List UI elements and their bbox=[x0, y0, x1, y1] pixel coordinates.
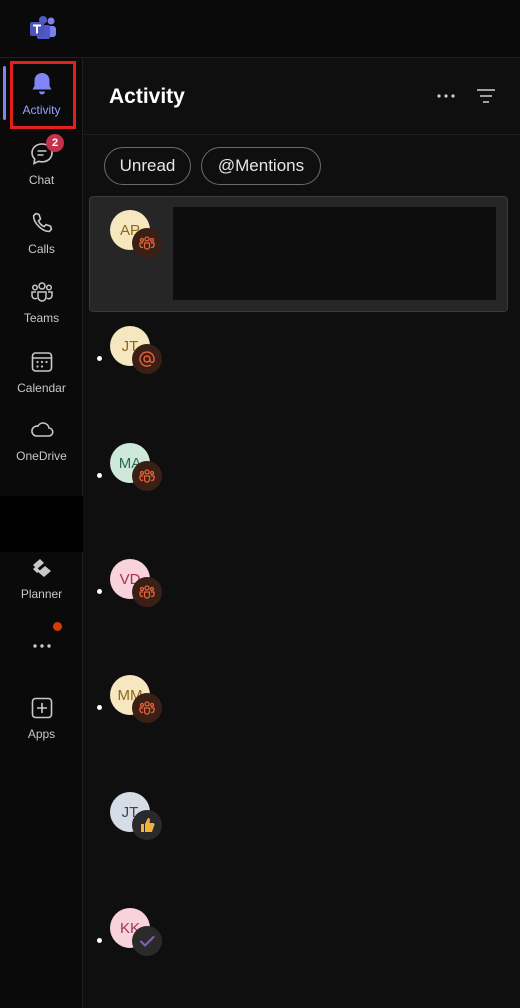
more-options-icon[interactable] bbox=[434, 84, 458, 108]
teams-icon bbox=[30, 282, 53, 302]
rail-item-teams[interactable]: Teams bbox=[0, 270, 83, 334]
rail-item-onedrive[interactable]: OneDrive bbox=[0, 408, 83, 472]
unread-filter-chip[interactable]: Unread bbox=[104, 147, 191, 185]
notification-dot bbox=[53, 622, 62, 631]
unread-indicator bbox=[97, 938, 102, 943]
checkmark-icon bbox=[132, 926, 162, 956]
activity-item[interactable]: MA bbox=[89, 443, 508, 523]
filter-icon[interactable] bbox=[474, 84, 498, 108]
unread-count-badge: 2 bbox=[46, 134, 64, 152]
rail-item-label: Planner bbox=[20, 587, 63, 601]
phone-icon bbox=[32, 212, 52, 233]
rail-item-chat[interactable]: Chat 2 bbox=[0, 132, 83, 196]
rail-item-label: Apps bbox=[27, 727, 56, 741]
top-bar bbox=[0, 0, 520, 58]
mentions-filter-chip[interactable]: @Mentions bbox=[201, 147, 321, 185]
unread-indicator bbox=[97, 473, 102, 478]
page-title: Activity bbox=[109, 85, 185, 108]
activity-item[interactable]: AP bbox=[89, 210, 508, 290]
rail-item-calendar[interactable]: Calendar bbox=[0, 340, 83, 404]
unread-indicator bbox=[97, 705, 102, 710]
more-horizontal-icon bbox=[32, 644, 51, 648]
activity-item[interactable]: VD bbox=[89, 559, 508, 639]
rail-item-apps[interactable]: Apps bbox=[0, 686, 83, 750]
activity-item[interactable]: JT bbox=[89, 792, 508, 872]
mention-icon bbox=[132, 344, 162, 374]
more-apps-button[interactable] bbox=[0, 614, 83, 678]
thumbs-up-icon bbox=[132, 810, 162, 840]
add-apps-icon bbox=[31, 697, 52, 719]
rail-item-label: Chat bbox=[28, 173, 55, 187]
rail-item-label: Teams bbox=[23, 311, 60, 325]
highlight-box bbox=[10, 61, 76, 129]
activity-header: Activity bbox=[84, 58, 520, 135]
activity-item[interactable]: JT bbox=[89, 326, 508, 406]
rail-item-label: Calendar bbox=[17, 381, 66, 395]
activity-item[interactable]: MM bbox=[89, 675, 508, 755]
team-activity-icon bbox=[132, 228, 162, 258]
unread-indicator bbox=[97, 589, 102, 594]
team-activity-icon bbox=[132, 461, 162, 491]
app-rail: Activity Chat 2 Calls Teams Calendar One… bbox=[0, 58, 83, 1008]
activity-item[interactable]: KK bbox=[89, 908, 508, 988]
calendar-icon bbox=[31, 352, 52, 372]
obscured-region bbox=[0, 496, 83, 552]
cloud-icon bbox=[30, 422, 54, 437]
rail-item-label: Calls bbox=[28, 242, 55, 256]
rail-item-planner[interactable]: Planner bbox=[0, 546, 83, 610]
planner-icon bbox=[32, 559, 51, 577]
rail-item-calls[interactable]: Calls bbox=[0, 201, 83, 265]
team-activity-icon bbox=[132, 693, 162, 723]
unread-indicator bbox=[97, 356, 102, 361]
team-activity-icon bbox=[132, 577, 162, 607]
teams-logo-icon bbox=[30, 16, 56, 39]
rail-item-label: OneDrive bbox=[16, 449, 67, 463]
